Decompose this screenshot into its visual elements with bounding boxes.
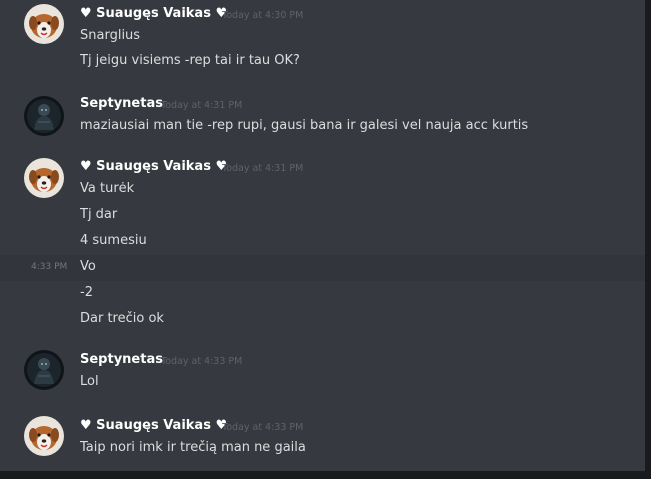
message-text: Va turėk [80,181,135,196]
username[interactable]: ♥ Suaugęs Vaikas ♥ [80,159,227,174]
message-timestamp: 4:33 PM [31,262,68,272]
message-timestamp: Today at 4:31 PM [161,100,243,111]
username[interactable]: Septynetas [80,96,163,111]
message-text: -2 [80,285,93,300]
message-text: Snarglius [80,28,141,43]
dark-figure-avatar[interactable] [24,96,64,136]
message-timestamp: Today at 4:33 PM [222,422,304,433]
message-text: Vo [80,259,96,274]
dog-avatar[interactable] [24,416,64,456]
dog-avatar[interactable] [24,4,64,44]
username[interactable]: ♥ Suaugęs Vaikas ♥ [80,418,227,433]
window-frame [645,0,651,479]
message-text: 4 sumesiu [80,233,147,248]
message-text: maziausiai man tie -rep rupi, gausi bana… [80,118,529,133]
message-timestamp: Today at 4:33 PM [161,356,243,367]
window-frame [0,471,651,479]
message-text: Tj dar [80,207,118,222]
message-text: Taip nori imk ir trečią man ne gaila [80,440,306,455]
dark-figure-avatar[interactable] [24,350,64,390]
message-text: Tj jeigu visiems -rep tai ir tau OK? [80,53,300,68]
username[interactable]: ♥ Suaugęs Vaikas ♥ [80,6,227,21]
hovered-message-row[interactable] [0,255,645,281]
message-timestamp: Today at 4:31 PM [222,163,304,174]
message-text: Dar trečio ok [80,311,164,326]
dog-avatar[interactable] [24,158,64,198]
chat-messages: ♥ Suaugęs Vaikas ♥ Today at 4:30 PM Snar… [0,0,645,471]
message-text: Lol [80,374,99,389]
username[interactable]: Septynetas [80,352,163,367]
message-timestamp: Today at 4:30 PM [222,10,304,21]
